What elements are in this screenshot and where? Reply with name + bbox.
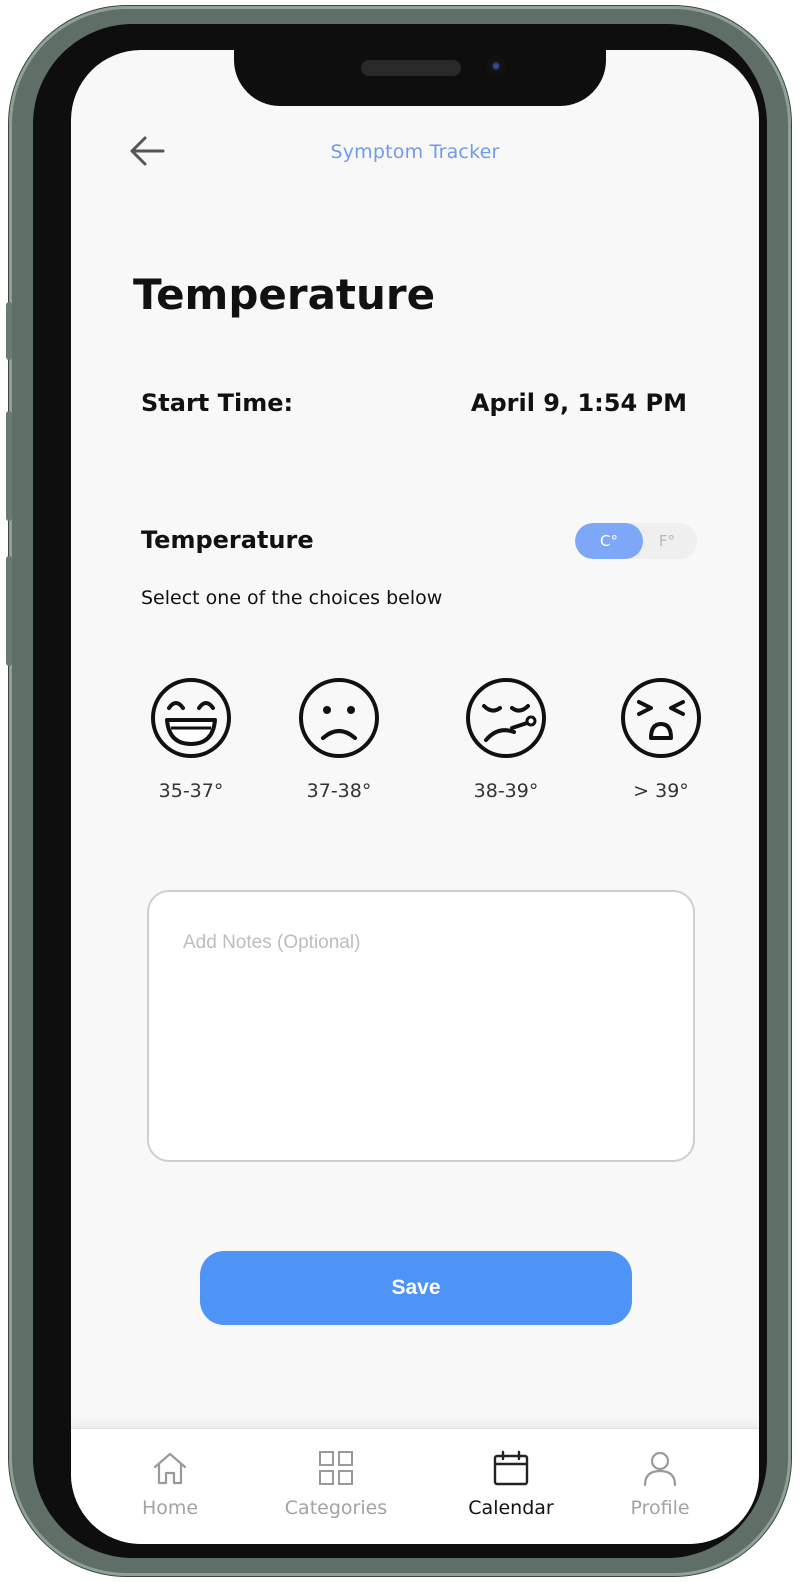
tab-label: Home [141,1497,199,1519]
header-title: Symptom Tracker [330,141,500,163]
bottom-tab-bar: Home Categories Calendar Profile [71,1428,759,1544]
distressed-face-icon [621,678,701,758]
choice-label: > 39° [633,780,689,802]
start-time-label: Start Time: [141,389,294,417]
sad-face-icon [299,678,379,758]
notch [234,50,606,106]
unit-toggle[interactable]: F° C° [575,523,697,559]
tab-categories[interactable]: Categories [251,1429,421,1539]
user-icon [643,1451,677,1487]
phone-screen: Symptom Tracker Temperature Start Time: … [71,50,759,1544]
save-button[interactable]: Save [200,1251,632,1325]
tab-label: Categories [284,1497,388,1519]
temperature-choice-38-39[interactable]: 38-39° [436,676,576,806]
temperature-label: Temperature [141,526,314,554]
grid-icon [319,1451,353,1485]
sick-face-icon [466,678,546,758]
unit-option-celsius[interactable]: C° [575,523,643,559]
side-button-volume-up [6,411,12,521]
temperature-choice-over-39[interactable]: > 39° [591,676,731,806]
choice-label: 38-39° [473,780,539,802]
laughing-face-icon [151,678,231,758]
tab-label: Profile [630,1497,690,1519]
temperature-choice-37-38[interactable]: 37-38° [269,676,409,806]
temperature-choice-35-37[interactable]: 35-37° [121,676,261,806]
notes-textarea[interactable] [147,890,695,1162]
calendar-icon [493,1450,529,1486]
tab-label: Calendar [468,1497,554,1519]
choice-label: 35-37° [158,780,224,802]
tab-profile[interactable]: Profile [575,1429,745,1539]
page-title: Temperature [133,270,436,319]
phone-frame: Symptom Tracker Temperature Start Time: … [6,6,791,1576]
speaker-grille [361,60,461,76]
front-camera [486,56,506,76]
tab-home[interactable]: Home [85,1429,255,1539]
start-time-value[interactable]: April 9, 1:54 PM [471,389,687,417]
side-button-volume-down [6,556,12,666]
instruction-text: Select one of the choices below [141,587,443,609]
home-icon [153,1452,187,1485]
side-button-mute [6,302,12,360]
tab-calendar[interactable]: Calendar [426,1429,596,1539]
choice-label: 37-38° [306,780,372,802]
